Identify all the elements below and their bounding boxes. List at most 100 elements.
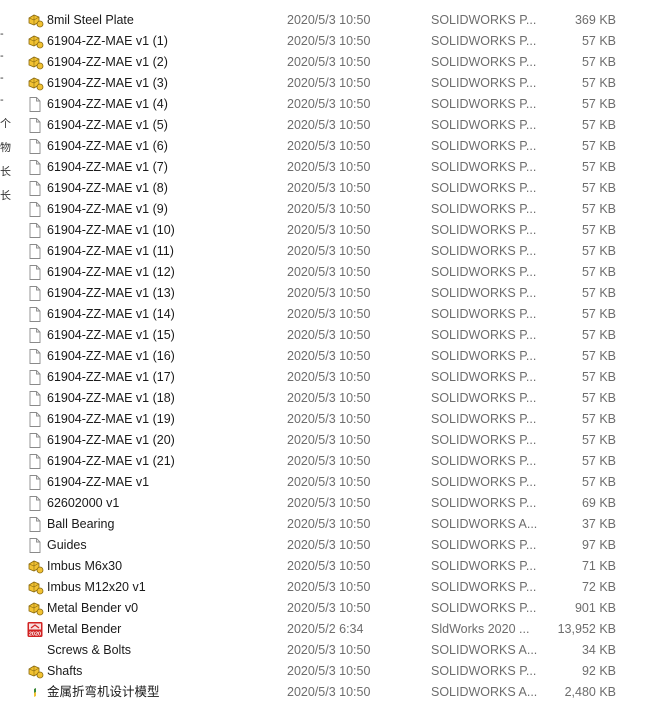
file-name: Shafts bbox=[47, 664, 83, 678]
file-name: Imbus M6x30 bbox=[47, 559, 123, 573]
file-date-modified: 2020/5/3 10:50 bbox=[287, 601, 371, 615]
file-type: SOLIDWORKS P... bbox=[431, 412, 537, 426]
file-type: SOLIDWORKS P... bbox=[431, 202, 537, 216]
file-size: 57 KB bbox=[581, 34, 616, 48]
file-type: SOLIDWORKS P... bbox=[431, 391, 537, 405]
file-row[interactable]: 61904-ZZ-MAE v1 (16) 2020/5/3 10:50 SOLIDW… bbox=[22, 346, 652, 367]
file-size: 57 KB bbox=[581, 97, 616, 111]
file-row[interactable]: 61904-ZZ-MAE v1 (12) 2020/5/3 10:50 SOLIDW… bbox=[22, 262, 652, 283]
file-size: 57 KB bbox=[581, 265, 616, 279]
file-row[interactable]: 61904-ZZ-MAE v1 (15) 2020/5/3 10:50 SOLIDW… bbox=[22, 325, 652, 346]
left-gutter: - - - - 个 物 长 长 bbox=[0, 0, 14, 720]
file-size: 57 KB bbox=[581, 223, 616, 237]
file-name: 61904-ZZ-MAE v1 (7) bbox=[47, 160, 168, 174]
file-row[interactable]: 61904-ZZ-MAE v1 (19) 2020/5/3 10:50 SOLIDW… bbox=[22, 409, 652, 430]
file-row[interactable]: 61904-ZZ-MAE v1 (6) 2020/5/3 10:50 SOLIDWO… bbox=[22, 136, 652, 157]
file-row[interactable]: 61904-ZZ-MAE v1 (3) 2020/5/3 10:50 SOLIDWO… bbox=[22, 73, 652, 94]
file-date-modified: 2020/5/3 10:50 bbox=[287, 496, 371, 510]
file-type: SOLIDWORKS P... bbox=[431, 454, 537, 468]
blank-file-icon bbox=[26, 180, 44, 197]
file-row[interactable]: 61904-ZZ-MAE v1 2020/5/3 10:50 SOLIDWORKS … bbox=[22, 472, 652, 493]
solidworks-assembly-icon bbox=[26, 75, 44, 92]
file-row[interactable]: 61904-ZZ-MAE v1 (1) 2020/5/3 10:50 SOLIDWO… bbox=[22, 31, 652, 52]
file-row[interactable]: 61904-ZZ-MAE v1 (8) 2020/5/3 10:50 SOLIDWO… bbox=[22, 178, 652, 199]
file-size: 57 KB bbox=[581, 160, 616, 174]
file-row[interactable]: 61904-ZZ-MAE v1 (14) 2020/5/3 10:50 SOLIDW… bbox=[22, 304, 652, 325]
file-row[interactable]: Imbus M6x30 2020/5/3 10:50 SOLIDWORKS P...… bbox=[22, 556, 652, 577]
file-row[interactable]: 8mil Steel Plate 2020/5/3 10:50 SOLIDWORKS… bbox=[22, 10, 652, 31]
blank-file-icon bbox=[26, 264, 44, 281]
blank-file-icon bbox=[26, 369, 44, 386]
file-name: 61904-ZZ-MAE v1 (9) bbox=[47, 202, 168, 216]
blank-file-icon bbox=[26, 537, 44, 554]
file-name: 61904-ZZ-MAE v1 (21) bbox=[47, 454, 175, 468]
file-row[interactable]: 61904-ZZ-MAE v1 (7) 2020/5/3 10:50 SOLIDWO… bbox=[22, 157, 652, 178]
file-type: SOLIDWORKS P... bbox=[431, 97, 537, 111]
file-name: 61904-ZZ-MAE v1 (1) bbox=[47, 34, 168, 48]
file-size: 97 KB bbox=[581, 538, 616, 552]
file-row[interactable]: 61904-ZZ-MAE v1 (9) 2020/5/3 10:50 SOLIDWO… bbox=[22, 199, 652, 220]
file-row[interactable]: Guides 2020/5/3 10:50 SOLIDWORKS P... 97 KB bbox=[22, 535, 652, 556]
file-row[interactable]: 61904-ZZ-MAE v1 (10) 2020/5/3 10:50 SOLIDW… bbox=[22, 220, 652, 241]
file-size: 57 KB bbox=[581, 76, 616, 90]
blank-file-icon bbox=[26, 201, 44, 218]
file-row[interactable]: 61904-ZZ-MAE v1 (4) 2020/5/3 10:50 SOLIDWO… bbox=[22, 94, 652, 115]
file-row[interactable]: Metal Bender v0 2020/5/3 10:50 SOLIDWORKS … bbox=[22, 598, 652, 619]
file-row[interactable]: Imbus M12x20 v1 2020/5/3 10:50 SOLIDWORKS … bbox=[22, 577, 652, 598]
file-row[interactable]: 61904-ZZ-MAE v1 (5) 2020/5/3 10:50 SOLIDWO… bbox=[22, 115, 652, 136]
file-name: Metal Bender v0 bbox=[47, 601, 139, 615]
file-row[interactable]: 61904-ZZ-MAE v1 (2) 2020/5/3 10:50 SOLIDWO… bbox=[22, 52, 652, 73]
blank-file-icon bbox=[26, 495, 44, 512]
file-date-modified: 2020/5/3 10:50 bbox=[287, 391, 371, 405]
file-row[interactable]: 61904-ZZ-MAE v1 (11) 2020/5/3 10:50 SOLIDW… bbox=[22, 241, 652, 262]
file-size: 57 KB bbox=[581, 181, 616, 195]
file-size: 71 KB bbox=[581, 559, 616, 573]
file-name: 61904-ZZ-MAE v1 (3) bbox=[47, 76, 168, 90]
solidworks-2020-icon-label: 2020 bbox=[29, 632, 41, 638]
file-name: Ball Bearing bbox=[47, 517, 115, 531]
file-date-modified: 2020/5/3 10:50 bbox=[287, 643, 371, 657]
file-row[interactable]: Ball Bearing 2020/5/3 10:50 SOLIDWORKS A..… bbox=[22, 514, 652, 535]
file-size: 34 KB bbox=[581, 643, 616, 657]
file-row[interactable]: 61904-ZZ-MAE v1 (21) 2020/5/3 10:50 SOLIDW… bbox=[22, 451, 652, 472]
file-date-modified: 2020/5/3 10:50 bbox=[287, 265, 371, 279]
file-size: 2,480 KB bbox=[564, 685, 616, 699]
gutter-mark: - bbox=[0, 94, 4, 106]
file-date-modified: 2020/5/3 10:50 bbox=[287, 97, 371, 111]
file-name: 8mil Steel Plate bbox=[47, 13, 134, 27]
file-type: SOLIDWORKS P... bbox=[431, 244, 537, 258]
file-row[interactable]: 61904-ZZ-MAE v1 (13) 2020/5/3 10:50 SOLIDW… bbox=[22, 283, 652, 304]
file-row[interactable]: Shafts 2020/5/3 10:50 SOLIDWORKS P... 92 KB bbox=[22, 661, 652, 682]
file-row[interactable]: Screws & Bolts 2020/5/3 10:50 SOLIDWORKS A… bbox=[22, 640, 652, 661]
file-size: 57 KB bbox=[581, 370, 616, 384]
file-name: 61904-ZZ-MAE v1 (14) bbox=[47, 307, 175, 321]
file-date-modified: 2020/5/2 6:34 bbox=[287, 622, 364, 636]
file-list: 8mil Steel Plate 2020/5/3 10:50 SOLIDWORKS… bbox=[22, 10, 652, 703]
gutter-mark: 长 bbox=[0, 190, 11, 202]
file-type: SOLIDWORKS P... bbox=[431, 328, 537, 342]
file-size: 57 KB bbox=[581, 412, 616, 426]
file-type: SOLIDWORKS P... bbox=[431, 118, 537, 132]
file-date-modified: 2020/5/3 10:50 bbox=[287, 517, 371, 531]
solidworks-assembly-icon bbox=[26, 579, 44, 596]
blank-file-icon bbox=[26, 285, 44, 302]
file-row[interactable]: 61904-ZZ-MAE v1 (17) 2020/5/3 10:50 SOLIDW… bbox=[22, 367, 652, 388]
file-type: SOLIDWORKS P... bbox=[431, 601, 537, 615]
file-row[interactable]: 61904-ZZ-MAE v1 (20) 2020/5/3 10:50 SOLIDW… bbox=[22, 430, 652, 451]
file-type: SOLIDWORKS A... bbox=[431, 685, 538, 699]
file-type: SldWorks 2020 ... bbox=[431, 622, 530, 636]
gutter-mark: - bbox=[0, 72, 4, 84]
file-row[interactable]: 61904-ZZ-MAE v1 (18) 2020/5/3 10:50 SOLIDW… bbox=[22, 388, 652, 409]
solidworks-small-icon bbox=[26, 684, 44, 701]
blank-file-icon bbox=[26, 327, 44, 344]
solidworks-assembly-icon bbox=[26, 558, 44, 575]
file-date-modified: 2020/5/3 10:50 bbox=[287, 349, 371, 363]
file-row[interactable]: 62602000 v1 2020/5/3 10:50 SOLIDWORKS P...… bbox=[22, 493, 652, 514]
file-row[interactable]: 金属折弯机设计模型 2020/5/3 10:50 SOLIDWORKS A... 2,… bbox=[22, 682, 652, 703]
file-type: SOLIDWORKS A... bbox=[431, 517, 538, 531]
file-date-modified: 2020/5/3 10:50 bbox=[287, 223, 371, 237]
file-size: 369 KB bbox=[574, 13, 616, 27]
blank-file-icon bbox=[26, 516, 44, 533]
file-row[interactable]: 2020 Metal Bender 2020/5/2 6:34 SldWorks 20… bbox=[22, 619, 652, 640]
file-type: SOLIDWORKS P... bbox=[431, 181, 537, 195]
